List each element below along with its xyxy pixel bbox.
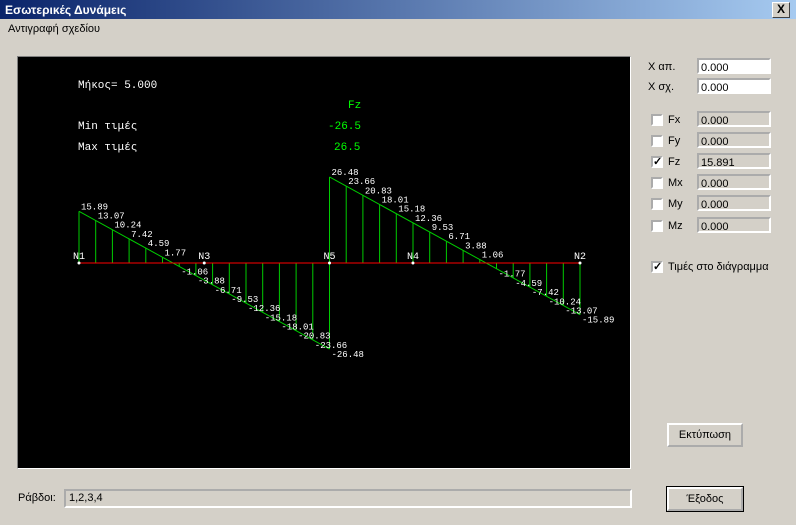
label-mz: Mz xyxy=(668,220,683,232)
length-label: Μήκος= 5.000 xyxy=(78,80,157,92)
value-my: 0.000 xyxy=(697,195,771,211)
checkbox-fy[interactable] xyxy=(651,135,663,147)
value-mz: 0.000 xyxy=(697,217,771,233)
value-fz: 15.891 xyxy=(697,153,771,169)
x-end-label: Χ σχ. xyxy=(648,81,675,93)
value-labels: 15.8913.0710.247.424.591.77-1.06-3.88-6.… xyxy=(81,168,614,360)
component-label: Fz xyxy=(348,100,361,112)
print-button[interactable]: Εκτύπωση xyxy=(667,423,743,447)
node-label: N4 xyxy=(407,252,419,263)
menu-bar: Αντιγραφή σχεδίου xyxy=(0,19,796,39)
members-field: 1,2,3,4 xyxy=(64,489,632,508)
max-label: Max τιμές xyxy=(78,142,137,154)
x-start-input[interactable]: 0.000 xyxy=(697,58,771,74)
force-diagram-canvas: Μήκος= 5.000 Fz Min τιμές -26.5 Max τιμέ… xyxy=(73,80,614,360)
checkbox-my[interactable] xyxy=(651,198,663,210)
checkbox-mz[interactable] xyxy=(651,220,663,232)
title-bar: Εσωτερικές Δυνάμεις X xyxy=(0,0,796,19)
members-label: Ράβδοι: xyxy=(18,492,56,504)
value-label: 1.77 xyxy=(165,248,187,258)
checkbox-fx[interactable] xyxy=(651,114,663,126)
label-fz: Fz xyxy=(668,156,681,168)
label-fy: Fy xyxy=(668,135,681,147)
menu-copy-diagram[interactable]: Αντιγραφή σχεδίου xyxy=(8,23,100,35)
window-title: Εσωτερικές Δυνάμεις xyxy=(5,3,127,17)
value-fy: 0.000 xyxy=(697,132,771,148)
min-value: -26.5 xyxy=(328,121,361,133)
x-start-label: Χ απ. xyxy=(648,61,676,73)
value-label: -26.48 xyxy=(332,350,364,360)
checkbox-show-values[interactable]: ✓ xyxy=(651,261,663,273)
label-fx: Fx xyxy=(668,114,681,126)
exit-button[interactable]: Έξοδος xyxy=(666,486,744,512)
checkbox-fz[interactable]: ✓ xyxy=(651,156,663,168)
node-label: N2 xyxy=(574,252,586,263)
x-end-input[interactable]: 0.000 xyxy=(697,78,771,94)
value-fx: 0.000 xyxy=(697,111,771,127)
close-button[interactable]: X xyxy=(772,2,790,18)
min-label: Min τιμές xyxy=(78,121,137,133)
node-label: N5 xyxy=(324,252,336,263)
value-mx: 0.000 xyxy=(697,174,771,190)
max-value: 26.5 xyxy=(334,142,360,154)
node-label: N1 xyxy=(73,252,85,263)
node-label: N3 xyxy=(198,252,210,263)
label-mx: Mx xyxy=(668,177,683,189)
show-values-label: Τιμές στο διάγραμμα xyxy=(668,261,769,273)
value-label: -15.89 xyxy=(582,316,614,326)
label-my: My xyxy=(668,198,683,210)
value-label: 1.06 xyxy=(482,251,504,261)
force-diagram: Μήκος= 5.000 Fz Min τιμές -26.5 Max τιμέ… xyxy=(17,56,631,469)
checkbox-mx[interactable] xyxy=(651,177,663,189)
